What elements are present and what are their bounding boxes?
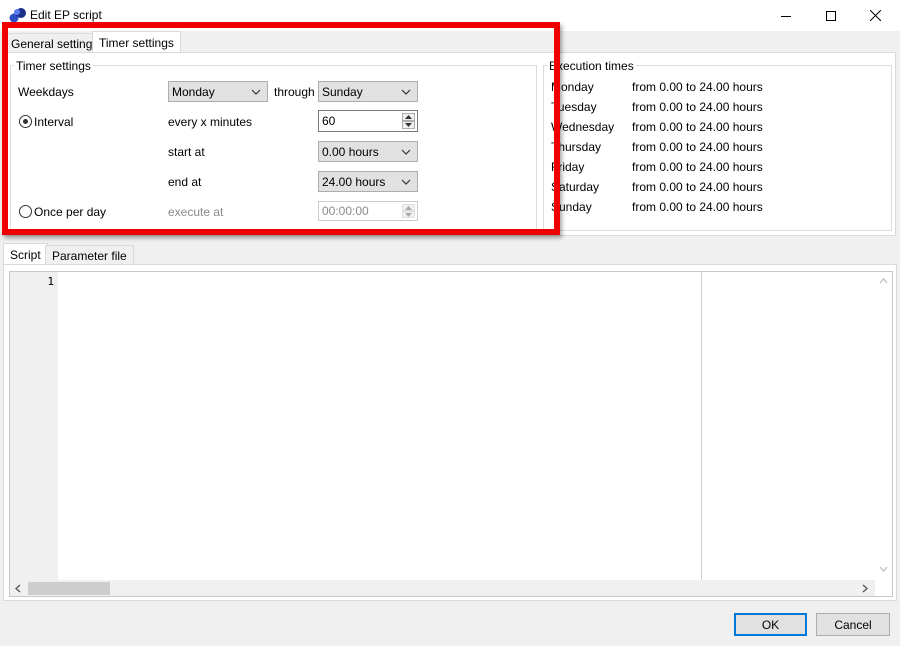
start-at-label: start at	[168, 145, 205, 159]
line-number-gutter: 1	[10, 272, 58, 580]
interval-minutes-stepper[interactable]: 60	[318, 110, 418, 132]
scroll-up-icon[interactable]	[879, 278, 888, 284]
exec-range: from 0.00 to 24.00 hours	[632, 100, 763, 114]
script-editor[interactable]: 1	[9, 271, 893, 597]
vertical-scrollbar[interactable]	[875, 272, 892, 580]
once-per-day-radio[interactable]: Once per day	[18, 204, 118, 220]
through-label: through	[274, 85, 315, 99]
scroll-left-icon[interactable]	[15, 584, 21, 593]
list-item: Monday from 0.00 to 24.00 hours	[551, 79, 881, 99]
list-item: Wednesday from 0.00 to 24.00 hours	[551, 119, 881, 139]
ok-button[interactable]: OK	[734, 613, 807, 636]
weekdays-label: Weekdays	[18, 85, 74, 99]
radio-unchecked-icon	[19, 205, 32, 218]
from-day-value: Monday	[172, 84, 215, 99]
exec-day: Monday	[551, 80, 594, 94]
radio-checked-icon	[19, 115, 32, 128]
execution-times-group-title: Execution times	[547, 59, 636, 73]
tab-label: Timer settings	[99, 35, 174, 50]
script-panel: 1	[3, 264, 897, 601]
end-at-value: 24.00 hours	[322, 174, 386, 189]
exec-range: from 0.00 to 24.00 hours	[632, 80, 763, 94]
from-day-select[interactable]: Monday	[168, 81, 268, 102]
spin-down-icon[interactable]	[402, 121, 415, 129]
execute-at-value: 00:00:00	[322, 204, 369, 218]
list-item: Sunday from 0.00 to 24.00 hours	[551, 199, 881, 219]
list-item: Thursday from 0.00 to 24.00 hours	[551, 139, 881, 159]
horizontal-scrollbar[interactable]	[10, 580, 875, 596]
maximize-button[interactable]	[808, 0, 853, 31]
spin-up-icon[interactable]	[402, 113, 415, 121]
exec-day: Sunday	[551, 200, 592, 214]
scroll-down-icon[interactable]	[879, 566, 888, 572]
every-minutes-label: every x minutes	[168, 115, 253, 129]
once-per-day-label: Once per day	[34, 205, 107, 219]
execution-times-list: Monday from 0.00 to 24.00 hours Tuesday …	[551, 79, 881, 219]
scrollbar-thumb[interactable]	[28, 582, 110, 595]
edge-guide-line	[701, 272, 702, 580]
exec-day: Saturday	[551, 180, 600, 194]
exec-day: Wednesday	[551, 120, 615, 134]
cancel-button[interactable]: Cancel	[816, 613, 890, 636]
to-day-select[interactable]: Sunday	[318, 81, 418, 102]
minimize-button[interactable]	[763, 0, 808, 31]
exec-day: Thursday	[551, 140, 602, 154]
start-at-select[interactable]: 0.00 hours	[318, 141, 418, 162]
interval-radio[interactable]: Interval	[18, 114, 98, 130]
minimize-icon	[780, 15, 791, 17]
exec-range: from 0.00 to 24.00 hours	[632, 160, 763, 174]
chevron-down-icon	[401, 149, 411, 155]
close-icon	[870, 10, 881, 21]
window-title: Edit EP script	[30, 8, 102, 22]
line-number: 1	[47, 275, 54, 288]
chevron-down-icon	[401, 89, 411, 95]
exec-range: from 0.00 to 24.00 hours	[632, 200, 763, 214]
exec-day: Friday	[551, 160, 585, 174]
timer-settings-panel: Timer settings Weekdays Monday through S…	[4, 52, 896, 236]
editor-text-area[interactable]	[60, 272, 700, 580]
exec-range: from 0.00 to 24.00 hours	[632, 120, 763, 134]
spin-down-icon	[402, 211, 415, 218]
tab-label: Parameter file	[52, 248, 127, 263]
chevron-down-icon	[251, 89, 261, 95]
tab-label: General settings	[11, 36, 99, 51]
cancel-button-label: Cancel	[834, 617, 872, 632]
maximize-icon	[825, 10, 836, 21]
chevron-down-icon	[401, 179, 411, 185]
list-item: Saturday from 0.00 to 24.00 hours	[551, 179, 881, 199]
tab-general-settings[interactable]: General settings	[4, 33, 106, 53]
title-bar[interactable]: Edit EP script	[0, 0, 900, 31]
end-at-label: end at	[168, 175, 202, 189]
tab-script[interactable]: Script	[3, 243, 48, 265]
list-item: Friday from 0.00 to 24.00 hours	[551, 159, 881, 179]
ep-script-app-icon	[9, 8, 26, 23]
spin-up-icon	[402, 204, 415, 211]
execute-at-label: execute at	[168, 205, 224, 219]
tab-timer-settings[interactable]: Timer settings	[92, 31, 181, 53]
execute-at-time-field[interactable]: 00:00:00	[318, 201, 418, 221]
end-at-select[interactable]: 24.00 hours	[318, 171, 418, 192]
timer-settings-group-title: Timer settings	[14, 59, 93, 73]
tab-parameter-file[interactable]: Parameter file	[45, 245, 134, 265]
tab-label: Script	[10, 247, 41, 262]
exec-day: Tuesday	[551, 100, 597, 114]
close-button[interactable]	[853, 0, 898, 31]
interval-minutes-value: 60	[322, 114, 336, 128]
exec-range: from 0.00 to 24.00 hours	[632, 140, 763, 154]
list-item: Tuesday from 0.00 to 24.00 hours	[551, 99, 881, 119]
exec-range: from 0.00 to 24.00 hours	[632, 180, 763, 194]
start-at-value: 0.00 hours	[322, 144, 379, 159]
scroll-right-icon[interactable]	[862, 584, 868, 593]
ok-button-label: OK	[761, 617, 780, 632]
interval-label: Interval	[34, 115, 74, 129]
to-day-value: Sunday	[322, 84, 363, 99]
